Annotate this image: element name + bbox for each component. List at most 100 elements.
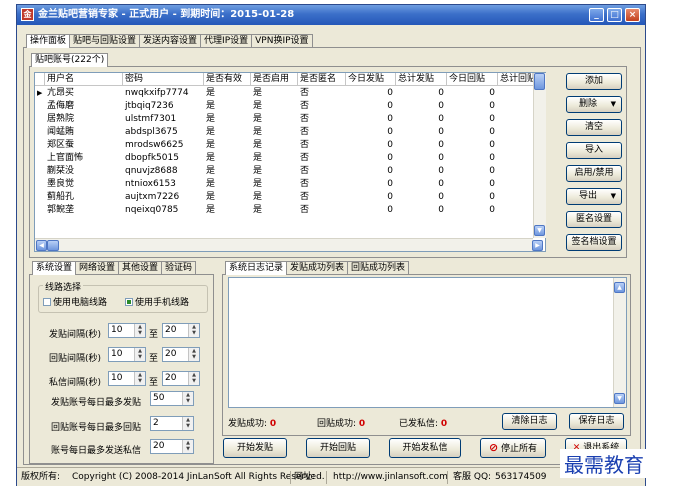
spinner-arrows-icon[interactable]: ▲ ▼ bbox=[134, 372, 145, 385]
table-cell: nqeixq0785 bbox=[125, 205, 179, 215]
tab-content-settings[interactable]: 发送内容设置 bbox=[139, 34, 202, 48]
website-link[interactable]: http://www.jinlansoft.com bbox=[333, 468, 448, 486]
grid-horizontal-scrollbar[interactable]: ◀ ▶ bbox=[35, 238, 543, 251]
title-bar[interactable]: 金 金兰贴吧营销专家 - 正式用户 - 到期时间：2015-01-28 _ □ … bbox=[17, 5, 645, 25]
table-cell: 是 bbox=[206, 166, 216, 176]
scroll-left-icon[interactable]: ◀ bbox=[36, 240, 47, 251]
scroll-thumb[interactable] bbox=[534, 73, 545, 90]
spinner-arrows-icon[interactable]: ▲ ▼ bbox=[188, 372, 199, 385]
limit-label: 账号每日最多发送私信 bbox=[51, 446, 142, 456]
table-cell: 是 bbox=[206, 205, 216, 215]
interval-from-input[interactable]: 10 ▲ ▼ bbox=[108, 323, 146, 338]
import-button[interactable]: 导入 bbox=[566, 142, 622, 159]
col-valid[interactable]: 是否有效 bbox=[204, 73, 251, 86]
pc-line-checkbox[interactable]: 使用电脑线路 bbox=[43, 295, 107, 308]
col-today-posts[interactable]: 今日发贴 bbox=[346, 73, 396, 86]
table-row[interactable]: 蓟船孔aujtxm7226是是否0000 bbox=[35, 191, 545, 204]
tab-reply-success[interactable]: 回贴成功列表 bbox=[347, 261, 410, 275]
col-anonymous[interactable]: 是否匿名 bbox=[298, 73, 346, 86]
account-grid[interactable]: 用户名 密码 是否有效 是否启用 是否匿名 今日发贴 总计发贴 今日回贴 总计回… bbox=[34, 72, 546, 252]
table-row[interactable]: ▶亢昂买nwqkxifp7774是是否0000 bbox=[35, 87, 545, 100]
table-cell: abdspl3675 bbox=[125, 127, 178, 137]
table-row[interactable]: 上官面怖dbopfk5015是是否0000 bbox=[35, 152, 545, 165]
scroll-h-thumb[interactable] bbox=[47, 240, 59, 251]
spinner-arrows-icon[interactable]: ▲ ▼ bbox=[182, 392, 193, 405]
tab-system-log[interactable]: 系统日志记录 bbox=[225, 261, 288, 275]
save-log-button[interactable]: 保存日志 bbox=[569, 413, 624, 430]
limit-input[interactable]: 20 ▲ ▼ bbox=[150, 439, 194, 454]
table-row[interactable]: 闻蜢賄abdspl3675是是否0000 bbox=[35, 126, 545, 139]
add-button[interactable]: 添加 bbox=[566, 73, 622, 90]
table-cell: 否 bbox=[300, 153, 310, 163]
col-total-posts[interactable]: 总计发贴 bbox=[396, 73, 447, 86]
scroll-down-icon[interactable]: ▼ bbox=[534, 225, 545, 236]
spinner-arrows-icon[interactable]: ▲ ▼ bbox=[188, 348, 199, 361]
spinner-arrows-icon[interactable]: ▲ ▼ bbox=[134, 324, 145, 337]
start-reply-button[interactable]: 开始回贴 bbox=[306, 438, 370, 458]
scroll-right-icon[interactable]: ▶ bbox=[532, 240, 543, 251]
tab-network-settings[interactable]: 网络设置 bbox=[75, 261, 120, 275]
spinner-arrows-icon[interactable]: ▲ ▼ bbox=[182, 440, 193, 453]
start-post-button[interactable]: 开始发贴 bbox=[223, 438, 287, 458]
start-pm-button[interactable]: 开始发私信 bbox=[389, 438, 461, 458]
interval-to-input[interactable]: 20 ▲ ▼ bbox=[162, 347, 200, 362]
table-row[interactable]: 郑区蚕mrodsw6625是是否0000 bbox=[35, 139, 545, 152]
table-cell: 是 bbox=[253, 101, 263, 111]
spinner-arrows-icon[interactable]: ▲ ▼ bbox=[188, 324, 199, 337]
table-cell: 郑区蚕 bbox=[47, 140, 75, 150]
table-row[interactable]: 郭鲵垄nqeixq0785是是否0000 bbox=[35, 204, 545, 217]
table-row[interactable]: 蒯栞没qnuvjz8688是是否0000 bbox=[35, 165, 545, 178]
col-today-replies[interactable]: 今日回贴 bbox=[447, 73, 498, 86]
clear-log-button[interactable]: 清除日志 bbox=[502, 413, 557, 430]
interval-to-input[interactable]: 20 ▲ ▼ bbox=[162, 323, 200, 338]
clear-button[interactable]: 清空 bbox=[566, 119, 622, 136]
close-icon[interactable]: × bbox=[625, 8, 640, 22]
col-password[interactable]: 密码 bbox=[123, 73, 204, 86]
col-username[interactable]: 用户名 bbox=[45, 73, 123, 86]
table-row[interactable]: 孟侮磨jtbqiq7236是是否0000 bbox=[35, 100, 545, 113]
interval-from-input[interactable]: 10 ▲ ▼ bbox=[108, 347, 146, 362]
scroll-up-icon[interactable]: ▲ bbox=[614, 282, 625, 293]
interval-to-input[interactable]: 20 ▲ ▼ bbox=[162, 371, 200, 386]
interval-from-input[interactable]: 10 ▲ ▼ bbox=[108, 371, 146, 386]
grid-vertical-scrollbar[interactable]: ▼ bbox=[533, 73, 546, 238]
tab-proxy-settings[interactable]: 代理IP设置 bbox=[200, 34, 253, 48]
stop-all-button[interactable]: ⊘ 停止所有 bbox=[480, 438, 546, 458]
maximize-icon[interactable]: □ bbox=[607, 8, 622, 22]
minimize-icon[interactable]: _ bbox=[589, 8, 604, 22]
tab-control-panel[interactable]: 操作面板 bbox=[26, 34, 71, 48]
export-button[interactable]: 导出 ▼ bbox=[566, 188, 622, 205]
mobile-line-radio[interactable]: 使用手机线路 bbox=[125, 295, 189, 308]
table-cell: 0 bbox=[489, 140, 495, 150]
table-cell: 蒯栞没 bbox=[47, 166, 75, 176]
grid-header: 用户名 密码 是否有效 是否启用 是否匿名 今日发贴 总计发贴 今日回贴 总计回… bbox=[35, 73, 545, 86]
table-cell: 是 bbox=[253, 127, 263, 137]
spinner-arrows-icon[interactable]: ▲ ▼ bbox=[182, 417, 193, 430]
tab-post-success[interactable]: 发贴成功列表 bbox=[286, 261, 349, 275]
log-textarea[interactable]: ▲ ▼ bbox=[228, 277, 627, 408]
table-cell: ulstmf7301 bbox=[125, 114, 177, 124]
col-enabled[interactable]: 是否启用 bbox=[251, 73, 298, 86]
log-scrollbar[interactable]: ▲ ▼ bbox=[613, 278, 626, 407]
interval-label: 私信间隔(秒) bbox=[49, 378, 102, 388]
tab-system-settings[interactable]: 系统设置 bbox=[32, 261, 77, 275]
spinner-arrows-icon[interactable]: ▲ ▼ bbox=[134, 348, 145, 361]
limit-input[interactable]: 2 ▲ ▼ bbox=[150, 416, 194, 431]
table-cell: 0 bbox=[387, 205, 393, 215]
tab-vpn-settings[interactable]: VPN换IP设置 bbox=[251, 34, 313, 48]
signature-settings-button[interactable]: 签名档设置 bbox=[566, 234, 622, 251]
anonymous-settings-button[interactable]: 匿名设置 bbox=[566, 211, 622, 228]
table-cell: 0 bbox=[438, 114, 444, 124]
table-cell: 0 bbox=[387, 127, 393, 137]
tab-forum-reply-settings[interactable]: 贴吧与回贴设置 bbox=[69, 34, 141, 48]
scroll-down-icon[interactable]: ▼ bbox=[614, 393, 625, 404]
tab-other-settings[interactable]: 其他设置 bbox=[118, 261, 163, 275]
limit-input[interactable]: 50 ▲ ▼ bbox=[150, 391, 194, 406]
enable-disable-button[interactable]: 启用/禁用 bbox=[566, 165, 622, 182]
tab-accounts[interactable]: 贴吧账号(222个) bbox=[31, 53, 109, 67]
tab-captcha[interactable]: 验证码 bbox=[161, 261, 197, 275]
table-row[interactable]: 墨良觉ntniox6153是是否0000 bbox=[35, 178, 545, 191]
delete-button[interactable]: 删除 ▼ bbox=[566, 96, 622, 113]
table-row[interactable]: 居熟院ulstmf7301是是否0000 bbox=[35, 113, 545, 126]
post-success-stat: 发贴成功: 0 bbox=[228, 419, 277, 429]
